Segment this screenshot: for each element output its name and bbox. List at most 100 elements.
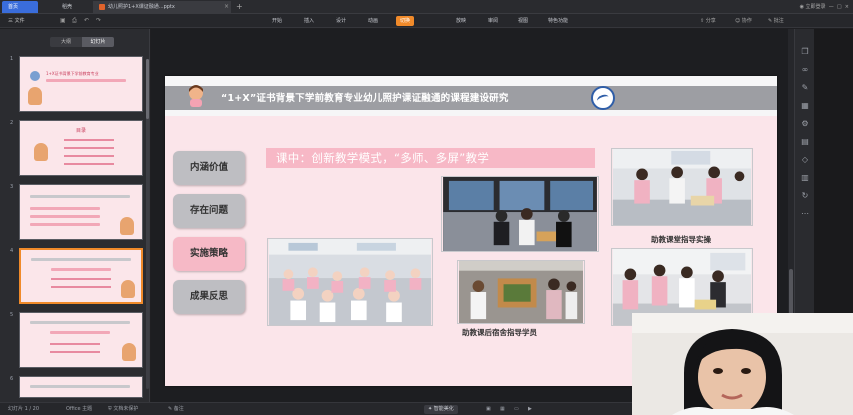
cartoon-girl-icon (120, 217, 134, 235)
cartoon-girl-icon (122, 343, 136, 361)
tab-docer[interactable]: 稻壳 (56, 1, 86, 13)
school-logo-icon (591, 86, 615, 110)
menu-bar: 三 文件 ▣ ⎙ ↶ ↷ 开始 插入 设计 动画 切换 放映 审阅 视图 特色功… (0, 14, 853, 28)
slide-thumbnail[interactable]: 1+X证书背景下学前教育专业 (19, 56, 143, 112)
print-icon[interactable]: ⎙ (72, 17, 77, 25)
menu-start[interactable]: 开始 (268, 16, 286, 26)
thumbnail-number: 5 (10, 312, 14, 318)
slide-thumbnail[interactable] (19, 312, 143, 368)
shape-icon[interactable]: ◇ (800, 155, 810, 165)
classroom-photo[interactable] (267, 238, 433, 326)
page-indicator: 幻灯片 1 / 20 (8, 406, 39, 412)
thumbnail-line (64, 139, 114, 141)
login-link[interactable]: ◉ 立即登录 — □ × (800, 1, 849, 13)
menu-slideshow[interactable]: 放映 (452, 16, 470, 26)
slide-thumbnail[interactable]: 目录 (19, 120, 143, 176)
refresh-icon[interactable]: ↻ (800, 191, 810, 201)
share-button[interactable]: ⇪ 分享 (700, 16, 716, 26)
slide-thumbnail[interactable] (19, 376, 143, 398)
tab-home[interactable]: 首页 (2, 1, 38, 13)
ppt-file-icon (99, 3, 105, 10)
nav-button-value[interactable]: 内涵价值 (173, 151, 245, 185)
paint-icon[interactable]: ✎ (800, 83, 810, 93)
thumbnail-title: 1+X证书背景下学前教育专业 (46, 71, 99, 76)
thumbnail-strip (50, 331, 110, 334)
beautify-button[interactable]: ✦ 智能美化 (424, 405, 458, 414)
thumbnail-number: 1 (10, 56, 14, 62)
collab-icon: ☺ (735, 18, 742, 24)
theme-label: Office 主题 (66, 406, 93, 412)
thumbnail-strip (30, 215, 100, 218)
thumbnail-line (51, 286, 111, 288)
cartoon-girl-icon (28, 87, 42, 105)
chart-icon[interactable]: ▥ (800, 173, 810, 183)
thumbnail-strip (30, 207, 100, 210)
thumbnail-number: 3 (10, 184, 14, 190)
save-icon[interactable]: ▣ (60, 17, 66, 25)
menu-view[interactable]: 视图 (514, 16, 532, 26)
thumbnail-line (64, 163, 114, 165)
collab-button[interactable]: ☺ 协作 (735, 16, 752, 26)
comment-button[interactable]: ✎ 批注 (768, 16, 784, 26)
multi-screen-teaching-photo[interactable] (441, 176, 599, 252)
thumbnail-line (50, 343, 100, 345)
link-icon[interactable]: ∞ (800, 65, 810, 75)
grid-view-icon[interactable]: ▦ (500, 405, 505, 414)
subtitle-banner: 课中：创新教学模式，“多师、多屏”教学 (266, 148, 595, 168)
note-toggle[interactable]: ✎ 备注 (168, 405, 184, 414)
reading-view-icon[interactable]: ▭ (514, 405, 519, 414)
thumbnail-strip (30, 321, 130, 324)
title-bar: 首页 稻壳 幼儿照护1+X课证融通...pptx × + ◉ 立即登录 — □ … (0, 0, 853, 14)
redo-icon[interactable]: ↷ (96, 17, 101, 25)
dorm-caption: 助教课后宿舍指导学员 (462, 328, 537, 337)
cartoon-girl-icon (189, 85, 203, 107)
thumbnail-line (64, 147, 114, 149)
file-menu[interactable]: 三 文件 (8, 16, 25, 26)
slide-thumbnail[interactable] (19, 184, 143, 240)
new-tab-icon[interactable]: + (236, 1, 243, 13)
play-icon[interactable]: ▶ (528, 405, 532, 414)
webcam-video[interactable] (632, 313, 853, 415)
menu-animation[interactable]: 动画 (364, 16, 382, 26)
copy-icon[interactable]: ❐ (800, 47, 810, 57)
nav-button-problems[interactable]: 存在问题 (173, 194, 245, 228)
nav-button-reflection[interactable]: 成果反思 (173, 280, 245, 314)
tab-outline[interactable]: 大纲 (50, 37, 82, 47)
scrollbar-thumb[interactable] (789, 269, 793, 319)
undo-icon[interactable]: ↶ (84, 17, 89, 25)
scrollbar-thumb[interactable] (146, 59, 149, 119)
dorm-guidance-photo[interactable] (457, 260, 585, 324)
thumbnail-strip (31, 258, 131, 261)
nav-button-strategy[interactable]: 实施策略 (173, 237, 245, 271)
slide-title: “1+X”证书背景下学前教育专业幼儿照护课证融通的课程建设研究 (221, 93, 509, 104)
thumbnail-line (51, 278, 111, 280)
thumbnail-scrollbar[interactable] (146, 59, 149, 389)
slide-header: “1+X”证书背景下学前教育专业幼儿照护课证融通的课程建设研究 (165, 76, 777, 116)
settings-icon[interactable]: ⚙ (800, 119, 810, 129)
close-icon[interactable]: × (224, 1, 229, 13)
panel-tabs: 大纲 幻灯片 (50, 37, 114, 47)
cartoon-girl-icon (34, 143, 48, 161)
menu-transition[interactable]: 切换 (396, 16, 415, 26)
thumbnail-strip (46, 79, 126, 82)
menu-features[interactable]: 特色功能 (544, 16, 572, 26)
cartoon-girl-icon (121, 280, 135, 298)
layout-icon[interactable]: ▤ (800, 137, 810, 147)
classroom-caption: 助教课堂指导实操 (651, 235, 711, 244)
slide-thumbnail-panel: 大纲 幻灯片 1 1+X证书背景下学前教育专业 2 目录 3 4 5 6 (0, 29, 150, 402)
thumbnail-number: 2 (10, 120, 14, 126)
image-icon[interactable]: ▦ (800, 101, 810, 111)
more-icon[interactable]: ⋯ (800, 209, 810, 219)
menu-design[interactable]: 设计 (332, 16, 350, 26)
practice-classroom-photo[interactable] (611, 148, 753, 226)
tab-document[interactable]: 幼儿照护1+X课证融通...pptx × (93, 1, 231, 13)
thumbnail-strip (30, 195, 130, 198)
tab-slides[interactable]: 幻灯片 (82, 37, 114, 47)
menu-review[interactable]: 审阅 (484, 16, 502, 26)
thumbnail-number: 6 (10, 376, 14, 382)
menu-insert[interactable]: 插入 (300, 16, 318, 26)
thumbnail-line (50, 351, 100, 353)
normal-view-icon[interactable]: ▣ (486, 405, 491, 414)
slide-thumbnail-selected[interactable] (19, 248, 143, 304)
protect-status[interactable]: ⛨ 文档未保护 (108, 405, 138, 414)
